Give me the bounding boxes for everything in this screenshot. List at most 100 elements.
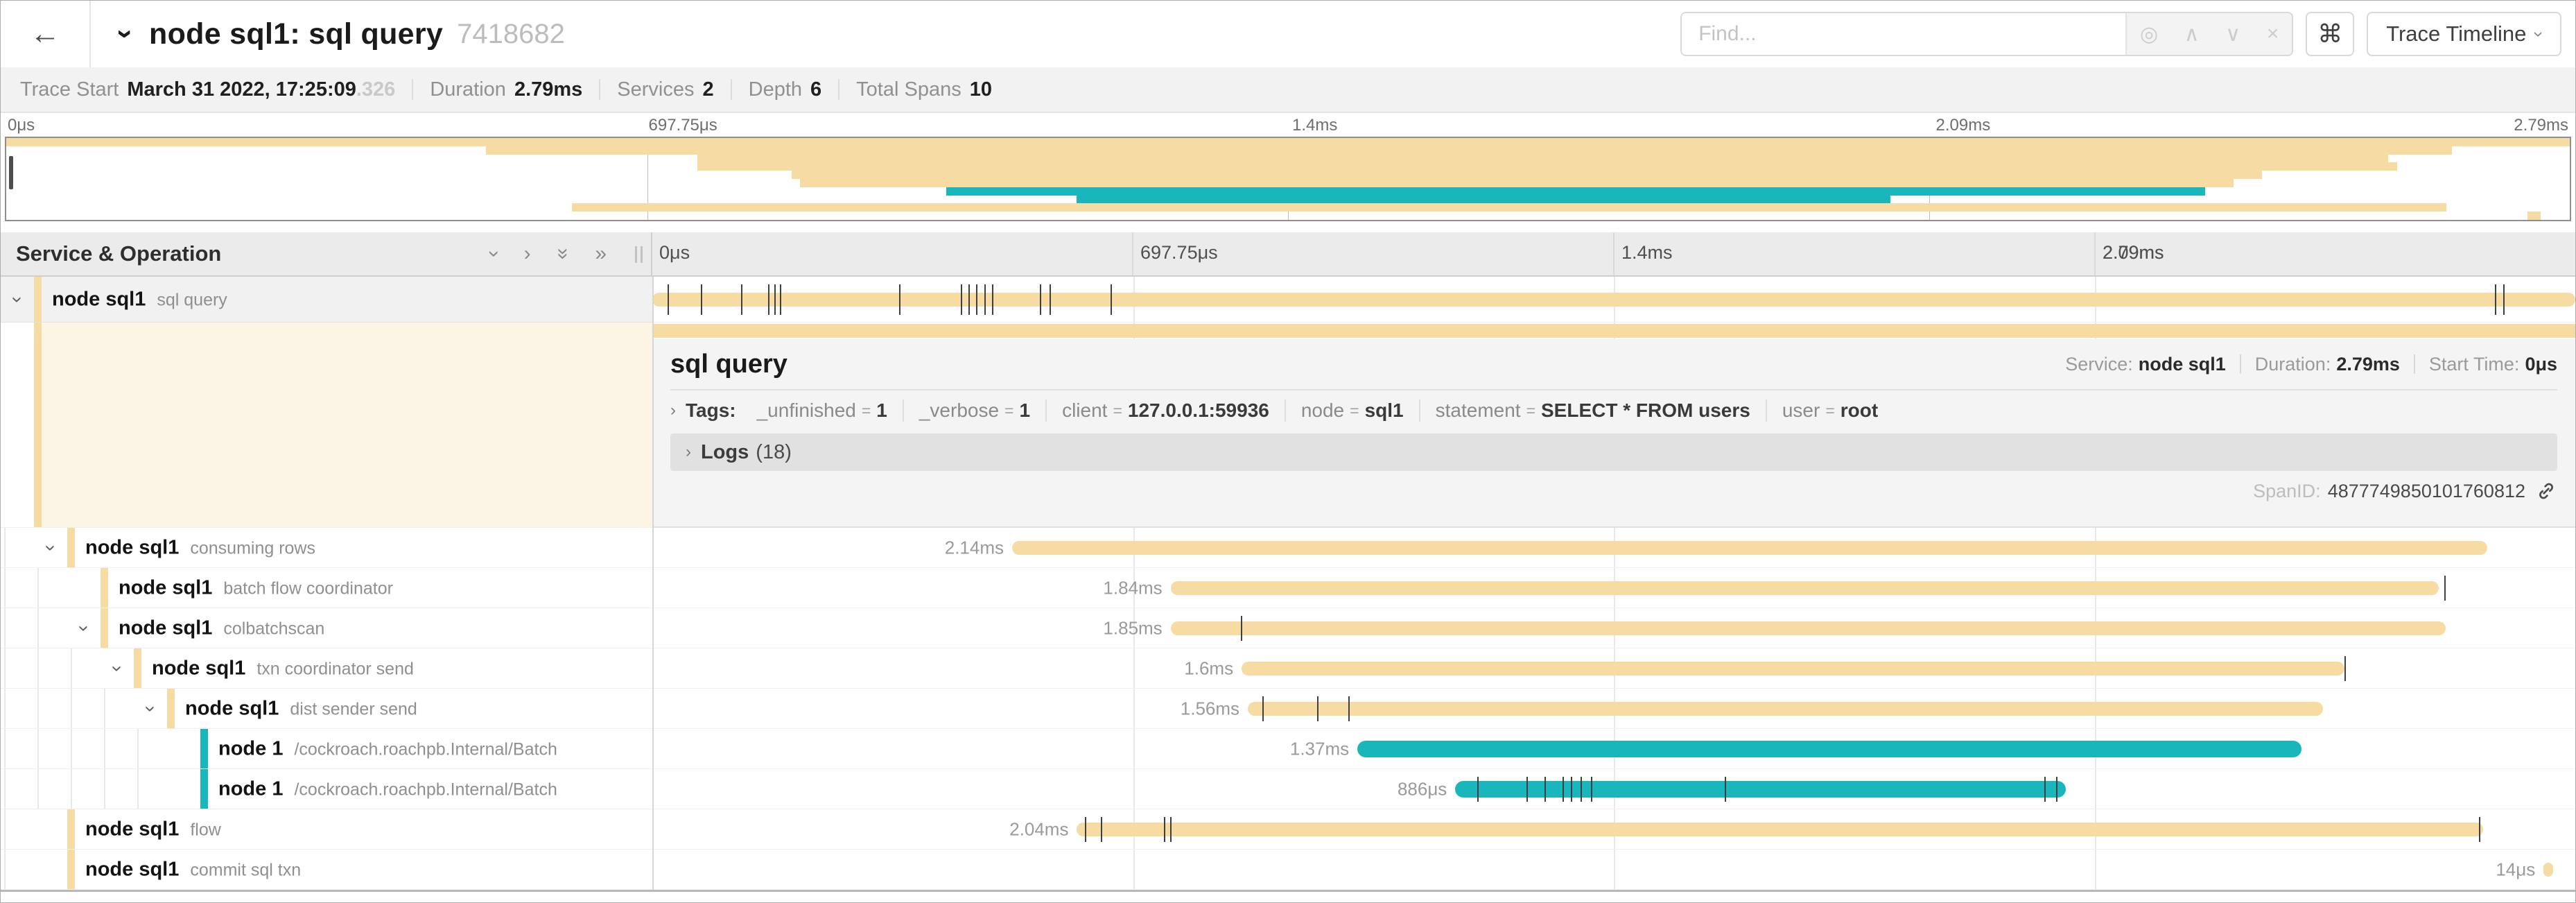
span-bar-row[interactable]: 1.6ms — [652, 648, 2575, 689]
log-marker-tick — [701, 284, 702, 315]
collapse-trace-icon[interactable]: › — [121, 17, 131, 51]
chevron-down-icon[interactable]: › — [140, 705, 162, 712]
span-tree-row[interactable]: node 1/cockroach.roachpb.Internal/Batch — [1, 729, 652, 769]
span-color-stripe — [67, 528, 75, 567]
collapse-one-icon[interactable]: › — [482, 250, 506, 257]
ruler-tick-label: 0μs — [659, 242, 690, 264]
span-operation-name: txn coordinator send — [256, 659, 414, 678]
span-tree-row[interactable]: › node sql1txn coordinator send — [1, 648, 652, 689]
locate-icon[interactable]: ◎ — [2140, 22, 2158, 46]
span-bar[interactable] — [1077, 823, 2482, 836]
span-bar[interactable] — [1171, 621, 2446, 635]
span-bar[interactable] — [1171, 581, 2439, 595]
span-service-name: node sql1txn coordinator send — [152, 657, 414, 680]
span-tree-row[interactable]: › node sql1consuming rows — [1, 528, 652, 568]
next-result-icon[interactable]: ∨ — [2225, 22, 2240, 46]
span-bar-row[interactable]: 1.56ms — [652, 689, 2575, 729]
span-id-row: SpanID: 4877749850101760812 — [670, 471, 2557, 511]
log-marker-tick — [2044, 777, 2046, 802]
span-tree-panel: › node sql1sql query › node sql1consuming … — [1, 277, 652, 890]
log-marker-tick — [1581, 777, 1582, 802]
span-bar[interactable] — [1248, 702, 2323, 716]
span-bar-row[interactable]: 14μs — [652, 850, 2575, 890]
equals-sign: = — [862, 402, 871, 420]
panel-divider[interactable] — [652, 277, 654, 890]
find-input[interactable] — [1682, 13, 2125, 55]
column-resizer-handle[interactable] — [635, 246, 643, 263]
span-bar-row[interactable]: 1.84ms — [652, 568, 2575, 608]
log-marker-tick — [1164, 817, 1165, 842]
trace-content: › node sql1sql query › node sql1consuming … — [1, 277, 2575, 892]
log-marker-tick — [2503, 284, 2505, 315]
equals-sign: = — [1113, 402, 1122, 420]
span-bar[interactable] — [1357, 741, 2301, 757]
log-marker-tick — [968, 284, 970, 315]
indent-guide — [71, 769, 72, 809]
span-bar[interactable] — [652, 293, 2575, 307]
find-icon-strip: ◎ ∧ ∨ × — [2125, 13, 2292, 55]
span-bar[interactable] — [1455, 781, 2066, 798]
span-duration-label: 2.04ms — [1009, 818, 1077, 840]
back-button[interactable]: ← — [1, 1, 91, 67]
span-bar-row[interactable]: 1.85ms — [652, 608, 2575, 648]
minimap-drag-handle[interactable] — [9, 156, 13, 189]
minimap-canvas[interactable] — [5, 137, 2571, 221]
span-bar-row[interactable] — [652, 277, 2575, 322]
expand-all-icon[interactable]: » — [595, 242, 607, 266]
minimap-span-row — [6, 155, 2570, 163]
keyboard-shortcuts-button[interactable]: ⌘ — [2306, 12, 2354, 56]
tick-label: 2.79ms — [2514, 116, 2568, 135]
indent-guide — [4, 689, 6, 728]
trace-timeline-dropdown[interactable]: Trace Timeline › — [2367, 12, 2561, 56]
expanded-span-bar — [652, 322, 2575, 339]
prev-result-icon[interactable]: ∧ — [2184, 22, 2200, 46]
clear-search-icon[interactable]: × — [2267, 22, 2279, 46]
log-marker-tick — [1085, 817, 1086, 842]
chevron-down-icon[interactable]: › — [40, 544, 62, 551]
span-bar[interactable] — [1012, 541, 2487, 555]
chevron-down-icon[interactable]: › — [7, 296, 29, 302]
logs-row[interactable]: › Logs (18) — [670, 433, 2557, 471]
span-tree-row[interactable]: node sql1commit sql txn — [1, 850, 652, 890]
span-tree-row[interactable]: › node sql1sql query — [1, 277, 652, 322]
span-bar[interactable] — [2543, 863, 2553, 877]
title-area: › node sql1: sql query 7418682 — [91, 17, 1680, 51]
minimap-span-row — [6, 171, 2570, 179]
span-tree-row[interactable]: node sql1batch flow coordinator — [1, 568, 652, 608]
span-tree-row[interactable]: ›node sql1colbatchscan — [1, 608, 652, 648]
tag-item: user=root — [1766, 399, 1893, 422]
span-service-name: node sql1consuming rows — [85, 536, 315, 559]
expand-one-icon[interactable]: › — [524, 242, 531, 266]
span-tree-row[interactable]: ›node sql1dist sender send — [1, 689, 652, 729]
span-bar-row[interactable]: 2.14ms — [652, 528, 2575, 568]
log-marker-tick — [1571, 777, 1572, 802]
link-icon[interactable] — [2535, 480, 2557, 502]
span-color-stripe — [34, 277, 42, 322]
indent-guide — [4, 769, 6, 809]
span-duration-label: 14μs — [2496, 859, 2543, 880]
tag-item: client=127.0.0.1:59936 — [1045, 399, 1285, 422]
span-tree-row[interactable]: node sql1flow — [1, 809, 652, 850]
span-color-stripe — [200, 729, 208, 768]
span-bar-row[interactable]: 2.04ms — [652, 809, 2575, 850]
tag-item: _verbose=1 — [903, 399, 1045, 422]
divider — [838, 79, 839, 100]
span-bar[interactable] — [1242, 662, 2344, 676]
minimap-span-bar — [6, 138, 2570, 146]
collapse-all-icon[interactable]: » — [551, 248, 575, 260]
indent-guide — [4, 729, 6, 768]
log-marker-tick — [2444, 576, 2446, 601]
span-bar-row[interactable]: 886μs — [652, 769, 2575, 809]
log-marker-tick — [668, 284, 669, 315]
span-service-name: node sql1sql query — [52, 288, 227, 311]
trace-view-app: ← › node sql1: sql query 7418682 ◎ ∧ ∨ ×… — [0, 0, 2576, 903]
tag-key: _unfinished — [757, 399, 856, 422]
span-tree-row[interactable]: node 1/cockroach.roachpb.Internal/Batch — [1, 769, 652, 809]
indent-guide — [4, 648, 6, 688]
log-marker-tick — [992, 284, 993, 315]
tags-row[interactable]: › Tags: _unfinished=1_verbose=1client=12… — [670, 390, 2557, 431]
span-bar-row[interactable]: 1.37ms — [652, 729, 2575, 769]
chevron-down-icon[interactable]: › — [107, 665, 129, 671]
chevron-down-icon[interactable]: › — [73, 625, 96, 631]
tag-key: node — [1301, 399, 1344, 422]
